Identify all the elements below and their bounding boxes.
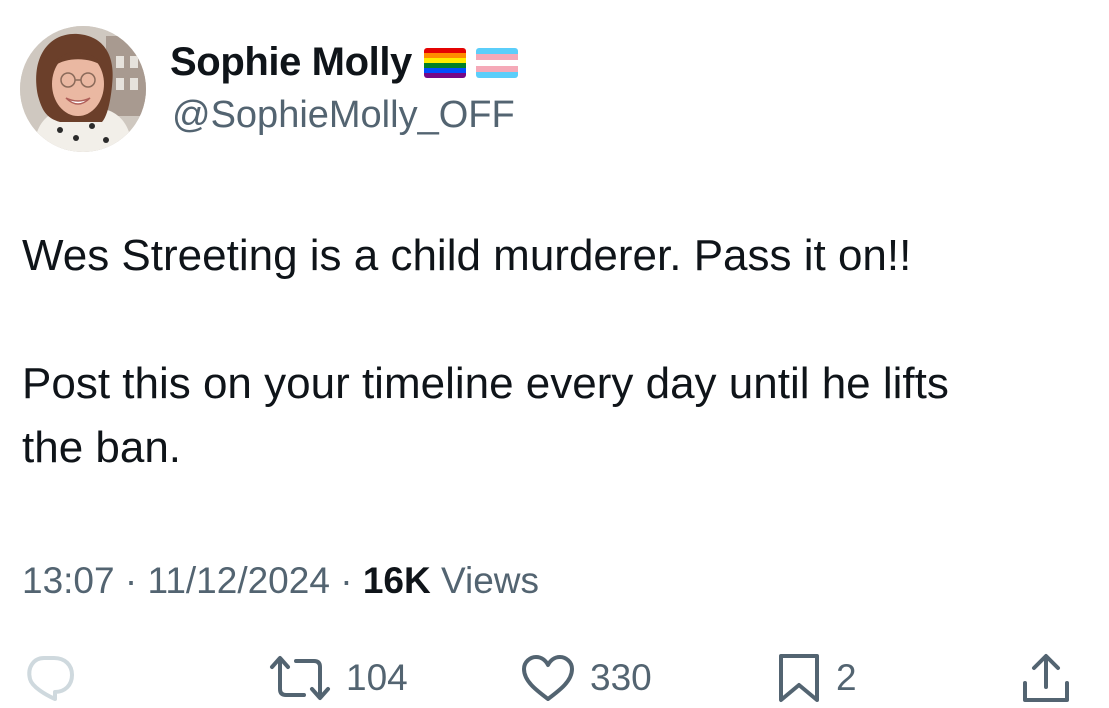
display-name[interactable]: Sophie Molly: [170, 40, 412, 85]
share-icon: [1023, 654, 1069, 702]
views-count[interactable]: 16K: [363, 560, 431, 601]
avatar-photo: [20, 26, 146, 152]
transgender-flag-icon: [475, 47, 518, 78]
action-bar: 104 330 2: [0, 648, 1109, 708]
meta-separator: ·: [114, 560, 148, 601]
meta-separator: ·: [329, 560, 363, 601]
like-button[interactable]: 330: [520, 648, 652, 708]
author-handle[interactable]: @SophieMolly_OFF: [172, 94, 515, 137]
tweet-paragraph: Wes Streeting is a child murderer. Pass …: [22, 231, 912, 280]
views-label: Views: [430, 560, 540, 601]
bookmark-icon: [779, 654, 819, 702]
retweet-icon: [270, 656, 330, 700]
retweet-count: 104: [346, 657, 408, 698]
tweet-meta: 13:07 · 11/12/2024 · 16K Views: [22, 560, 539, 602]
tweet-text: Wes Streeting is a child murderer. Pass …: [22, 224, 1082, 480]
heart-icon: [522, 655, 574, 701]
retweet-button[interactable]: 104: [268, 648, 408, 708]
tweet-paragraph: Post this on your timeline every day unt…: [22, 359, 949, 472]
author-name-row: Sophie Molly: [170, 40, 518, 85]
avatar[interactable]: [20, 26, 146, 152]
bookmark-count: 2: [836, 657, 857, 698]
rainbow-flag-icon: [423, 47, 466, 78]
reply-icon: [27, 656, 74, 701]
like-count: 330: [590, 657, 652, 698]
share-button[interactable]: [1020, 648, 1072, 708]
tweet-time[interactable]: 13:07: [22, 560, 115, 601]
tweet-date[interactable]: 11/12/2024: [147, 560, 329, 601]
bookmark-button[interactable]: 2: [776, 648, 857, 708]
reply-button[interactable]: [22, 648, 76, 708]
